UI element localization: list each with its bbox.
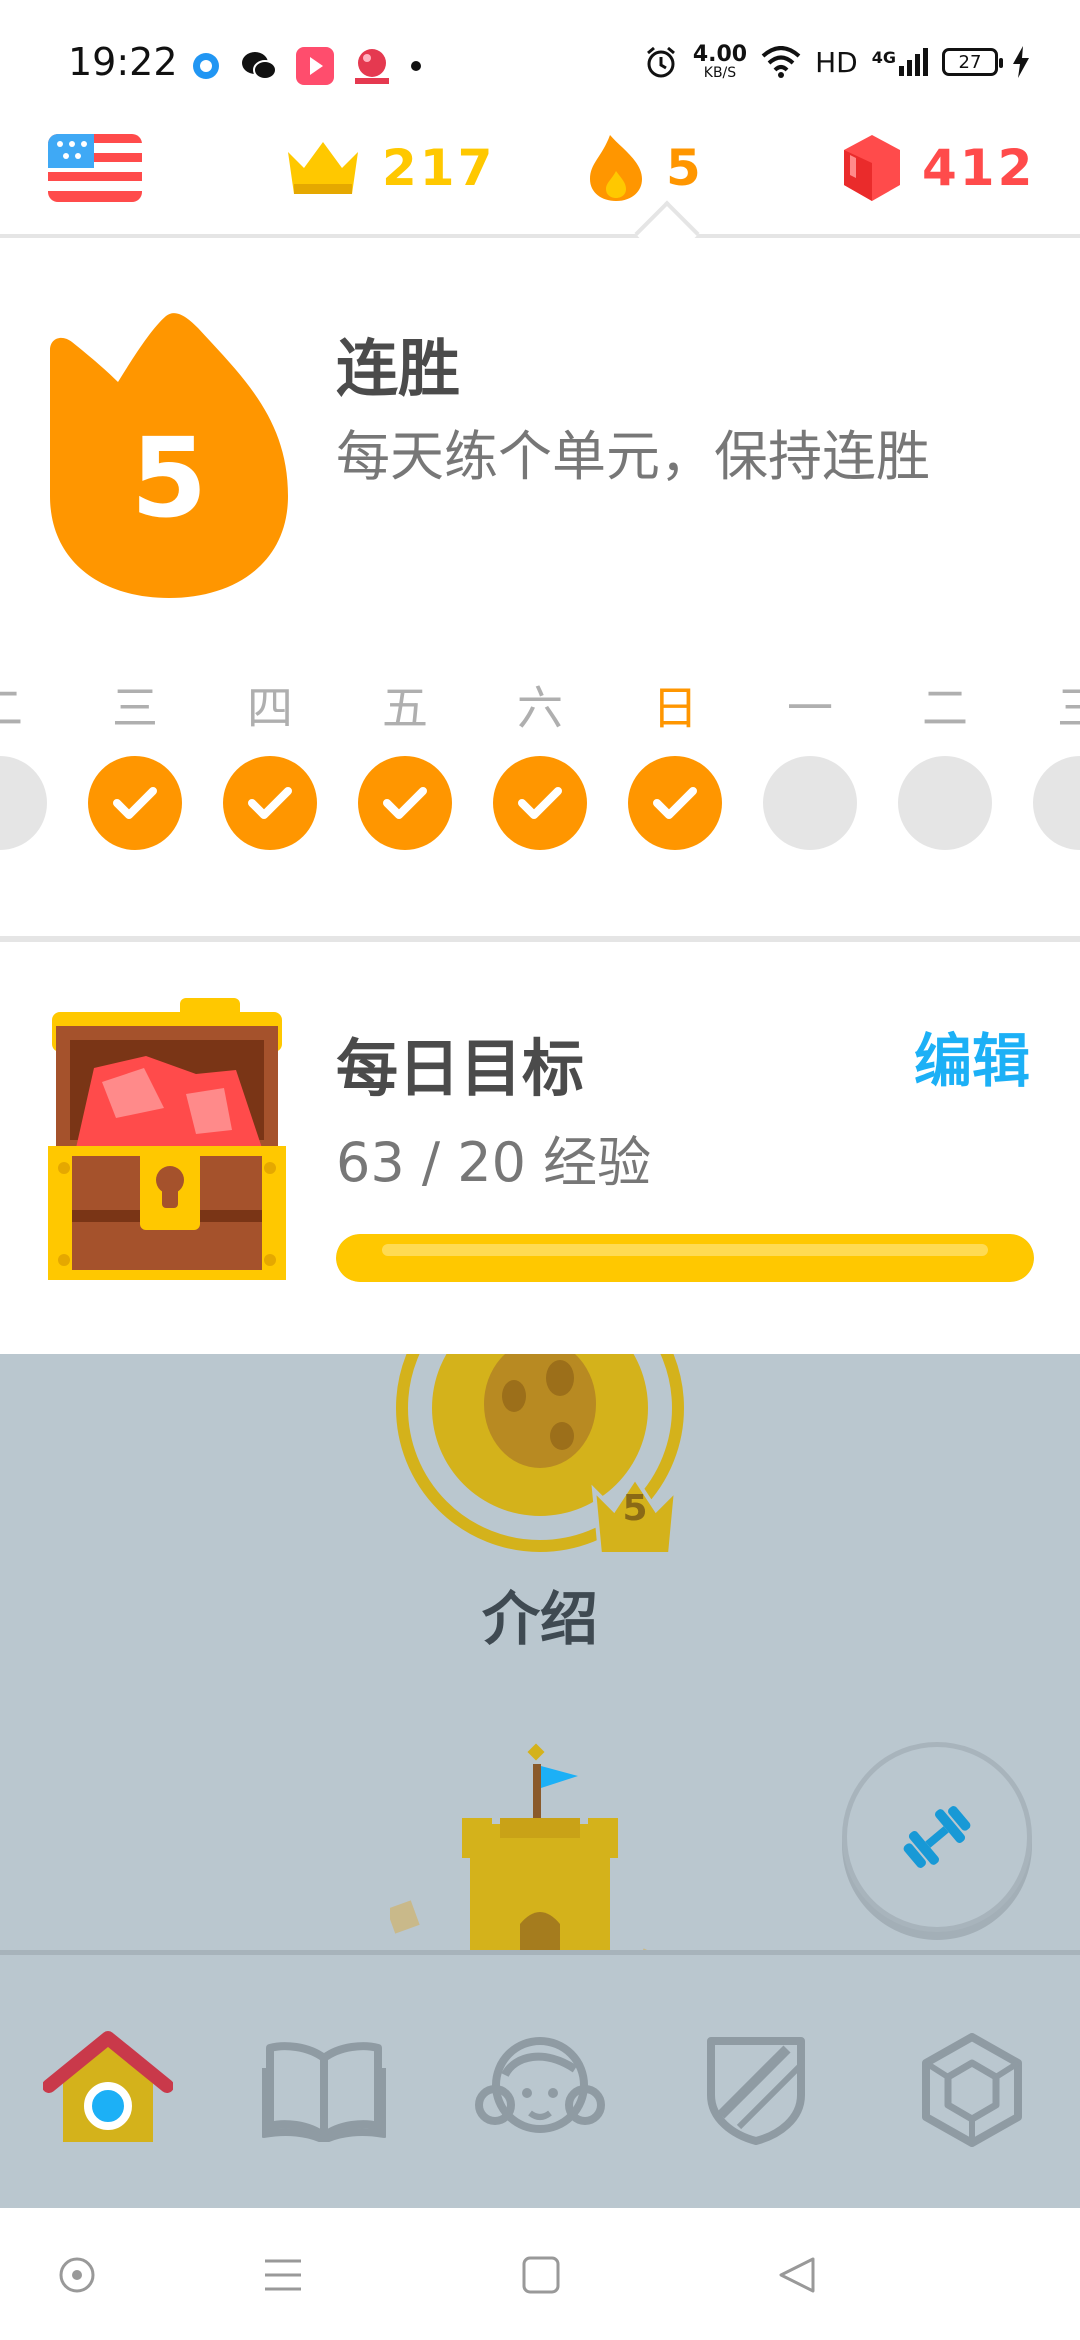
daily-goal-title: 每日目标 (336, 1032, 585, 1105)
streak-description: 每天练个单元，保持连胜 (336, 425, 930, 488)
tab-shop[interactable] (902, 2020, 1042, 2160)
battery-level: 27 (958, 51, 982, 73)
crowns-count: 217 (382, 139, 496, 197)
gems-counter[interactable]: 412 (842, 135, 1035, 201)
wifi-icon (761, 46, 801, 78)
browser-icon (193, 53, 219, 79)
book-icon (262, 2042, 386, 2142)
charging-icon (1013, 46, 1029, 78)
week-day-label: 二 (922, 681, 968, 735)
streak-title: 连胜 (336, 332, 461, 405)
network-speed: 4.00 KB/S (692, 42, 748, 81)
nav-home-button[interactable] (516, 2250, 566, 2300)
day-completed-marker (223, 756, 317, 850)
practice-button[interactable] (842, 1742, 1032, 1932)
lesson-crown-level: 5 (622, 1488, 648, 1529)
profile-icon (475, 2037, 605, 2133)
castle-checkpoint-icon[interactable] (390, 1734, 690, 1954)
battery-indicator: 27 (942, 48, 1003, 76)
tab-stories[interactable] (254, 2020, 394, 2160)
tab-home[interactable] (38, 2020, 178, 2160)
day-empty-marker (898, 756, 992, 850)
check-icon (518, 787, 562, 819)
week-day-label: 五 (382, 681, 428, 735)
square-icon (522, 2256, 560, 2294)
week-day-label: 三 (1057, 681, 1080, 735)
nav-assistant-button[interactable] (52, 2250, 102, 2300)
menu-lines-icon (265, 2259, 301, 2291)
tab-profile[interactable] (470, 2020, 610, 2160)
us-flag-icon (48, 134, 142, 202)
signal-icon: 4G (872, 48, 928, 76)
nav-back-button[interactable] (772, 2250, 822, 2300)
speed-value: 4.00 (692, 42, 748, 67)
day-completed-marker (628, 756, 722, 850)
dumbbell-icon (903, 1806, 971, 1868)
gem-outline-icon (922, 2033, 1022, 2147)
shield-icon (707, 2037, 805, 2145)
fire-icon (590, 135, 642, 201)
daily-goal-progress-fill (336, 1234, 1034, 1282)
check-icon (248, 787, 292, 819)
status-right: 4.00 KB/S HD 4G 27 (643, 44, 1030, 80)
more-notifications-dot (411, 61, 421, 71)
streak-count: 5 (666, 139, 704, 197)
duolingo-screen: 19:22 4.00 KB/S HD 4G 27 217 5 412 5 连胜 … (0, 0, 1080, 2340)
status-time: 19:22 (68, 40, 178, 84)
week-day-label: 日 (652, 681, 698, 735)
day-empty-marker (763, 756, 857, 850)
daily-goal-progress-bar (336, 1234, 1034, 1282)
daily-goal-progress-text: 63 / 20 经验 (336, 1131, 652, 1194)
speed-unit: KB/S (703, 65, 737, 81)
alarm-icon (646, 46, 675, 78)
tab-leaderboards[interactable] (686, 2020, 826, 2160)
back-triangle-icon (779, 2257, 815, 2293)
day-completed-marker (358, 756, 452, 850)
game-app-icon (355, 49, 389, 84)
notification-icons (190, 46, 422, 86)
week-day-label: 二 (0, 681, 23, 735)
streak-counter[interactable]: 5 (586, 135, 704, 201)
course-flag-button[interactable] (48, 134, 142, 202)
home-icon (43, 2031, 173, 2142)
treasure-chest-icon (48, 998, 286, 1280)
nav-menu-button[interactable] (258, 2250, 308, 2300)
hd-label: HD (815, 45, 858, 79)
streak-flame-count: 5 (130, 414, 208, 542)
lesson-label: 介绍 (481, 1585, 598, 1653)
status-bar: 19:22 4.00 KB/S HD 4G 27 (0, 0, 1080, 125)
week-day-label: 三 (112, 681, 158, 735)
week-day-label: 一 (787, 681, 833, 735)
gem-icon (844, 135, 900, 201)
video-app-icon (296, 47, 334, 85)
crown-icon (288, 142, 358, 194)
network-type: 4G (871, 48, 896, 67)
week-day-label: 四 (247, 681, 293, 735)
wechat-icon (242, 52, 277, 80)
check-icon (653, 787, 697, 819)
edit-goal-button[interactable]: 编辑 (914, 1014, 1030, 1098)
day-completed-marker (493, 756, 587, 850)
check-icon (383, 787, 427, 819)
check-icon (113, 787, 157, 819)
day-completed-marker (88, 756, 182, 850)
gems-count: 412 (922, 139, 1036, 197)
circle-dot-icon (59, 2257, 95, 2293)
week-day-label: 六 (517, 681, 563, 735)
crowns-counter[interactable]: 217 (284, 135, 495, 201)
